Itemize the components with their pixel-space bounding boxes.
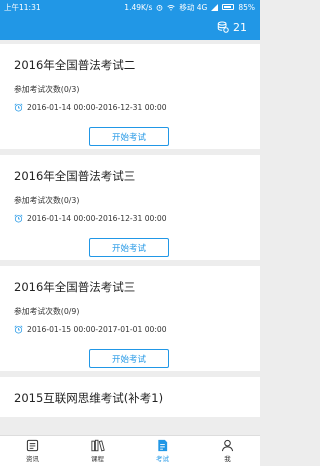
tab-exam[interactable]: 考试 <box>130 436 195 466</box>
exam-title: 2016年全国普法考试三 <box>14 280 136 294</box>
alarm-clock-icon <box>14 103 23 112</box>
start-exam-button[interactable]: 开始考试 <box>89 127 169 146</box>
status-right: 1.49K/s 移动 4G 85% <box>124 2 255 13</box>
app-header: 21 <box>0 14 260 40</box>
exam-period: 2016-01-14 00:00-2016-12-31 00:00 <box>14 214 246 223</box>
exam-attempts: 参加考试次数(0/3) <box>14 85 80 94</box>
exam-period-text: 2016-01-14 00:00-2016-12-31 00:00 <box>27 103 167 112</box>
exam-period: 2016-01-14 00:00-2016-12-31 00:00 <box>14 103 246 112</box>
tab-exam-label: 考试 <box>156 455 169 463</box>
books-icon <box>90 439 105 452</box>
user-icon <box>221 439 234 452</box>
exam-attempts: 参加考试次数(0/9) <box>14 307 80 316</box>
carrier-label: 移动 4G <box>179 2 208 12</box>
alarm-clock-icon <box>14 214 23 223</box>
exam-title: 2015互联网思维考试(补考1) <box>14 391 164 405</box>
start-exam-button[interactable]: 开始考试 <box>89 238 169 257</box>
bottom-tab-bar: 资讯 课程 考试 我 <box>0 435 260 466</box>
exam-card: 2016年全国普法考试三 参加考试次数(0/3) 2016-01-14 00:0… <box>0 155 260 260</box>
tab-me[interactable]: 我 <box>195 436 260 466</box>
exam-period-text: 2016-01-15 00:00-2017-01-01 00:00 <box>27 325 167 334</box>
coin-count: 21 <box>233 20 247 34</box>
alarm-clock-icon <box>14 325 23 334</box>
exam-period-text: 2016-01-14 00:00-2016-12-31 00:00 <box>27 214 167 223</box>
coin-stack-icon[interactable] <box>217 21 229 33</box>
news-icon <box>26 439 39 452</box>
exam-title: 2016年全国普法考试三 <box>14 169 136 183</box>
wifi-icon <box>167 4 176 10</box>
status-time: 上午11:31 <box>4 2 41 12</box>
exam-title: 2016年全国普法考试二 <box>14 58 136 72</box>
exam-icon <box>158 439 168 452</box>
exam-attempts: 参加考试次数(0/3) <box>14 196 80 205</box>
tab-me-label: 我 <box>224 455 231 463</box>
tab-news-label: 资讯 <box>26 455 39 463</box>
exam-card: 2016年全国普法考试二 参加考试次数(0/3) 2016-01-14 00:0… <box>0 44 260 149</box>
network-speed: 1.49K/s <box>124 2 153 12</box>
status-bar: 上午11:31 1.49K/s 移动 4G 85% <box>0 0 260 14</box>
battery-icon <box>222 4 235 10</box>
exam-card: 2015互联网思维考试(补考1) <box>0 377 260 417</box>
battery-level: 85% <box>238 2 255 12</box>
exam-period: 2016-01-15 00:00-2017-01-01 00:00 <box>14 325 246 334</box>
exam-list[interactable]: 2016年全国普法考试二 参加考试次数(0/3) 2016-01-14 00:0… <box>0 40 260 435</box>
alarm-status-icon <box>156 4 163 11</box>
signal-icon <box>211 3 219 11</box>
tab-courses[interactable]: 课程 <box>65 436 130 466</box>
start-exam-button[interactable]: 开始考试 <box>89 349 169 368</box>
tab-news[interactable]: 资讯 <box>0 436 65 466</box>
exam-card: 2016年全国普法考试三 参加考试次数(0/9) 2016-01-15 00:0… <box>0 266 260 371</box>
tab-courses-label: 课程 <box>91 455 104 463</box>
